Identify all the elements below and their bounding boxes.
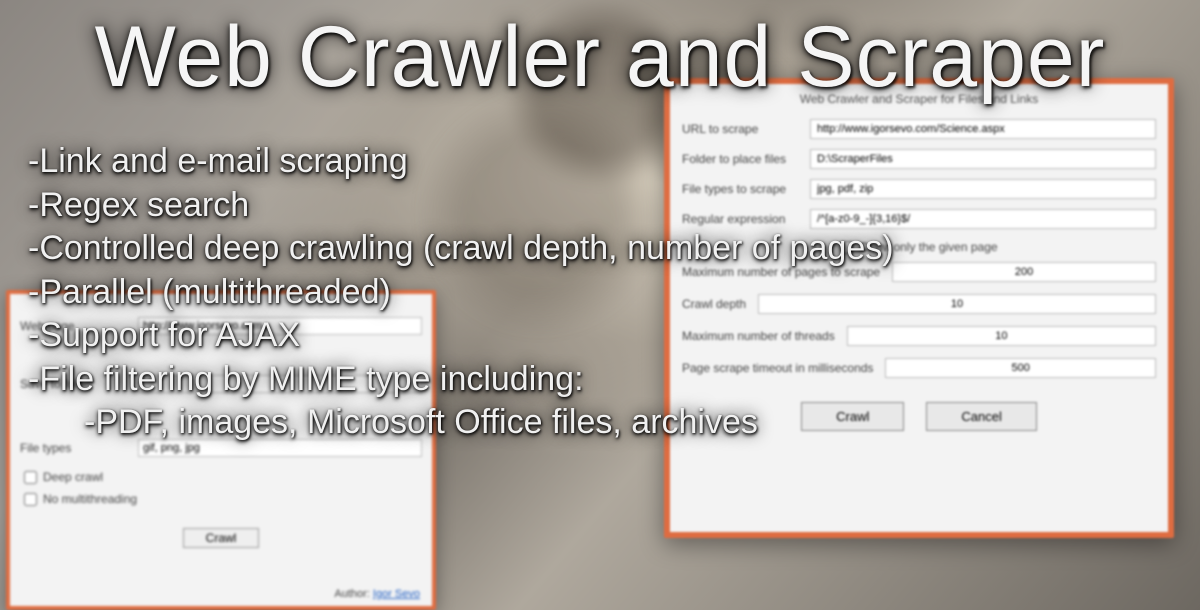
feature-subitem: -PDF, images, Microsoft Office files, ar… [28, 401, 1180, 445]
feature-item: -File filtering by MIME type including: [28, 358, 1180, 402]
no-multithreading-label: No multithreading [43, 492, 137, 506]
url-label: URL to scrape [682, 122, 800, 136]
feature-item: -Support for AJAX [28, 314, 1180, 358]
author-link[interactable]: Igor Sevo [373, 588, 420, 600]
feature-item: -Parallel (multithreaded) [28, 271, 1180, 315]
feature-list: -Link and e-mail scraping -Regex search … [28, 140, 1180, 445]
left-crawl-button[interactable]: Crawl [183, 528, 260, 548]
promo-stage: Web page Save to folder File types Deep … [0, 0, 1200, 610]
deep-crawl-label: Deep crawl [43, 470, 103, 484]
feature-item: -Regex search [28, 184, 1180, 228]
no-multithreading-checkbox[interactable] [24, 493, 37, 506]
feature-item: -Controlled deep crawling (crawl depth, … [28, 227, 1180, 271]
deep-crawl-checkbox[interactable] [24, 471, 37, 484]
author-label: Author: [334, 588, 369, 600]
page-title: Web Crawler and Scraper [0, 8, 1200, 107]
url-input[interactable] [810, 119, 1156, 139]
feature-item: -Link and e-mail scraping [28, 140, 1180, 184]
